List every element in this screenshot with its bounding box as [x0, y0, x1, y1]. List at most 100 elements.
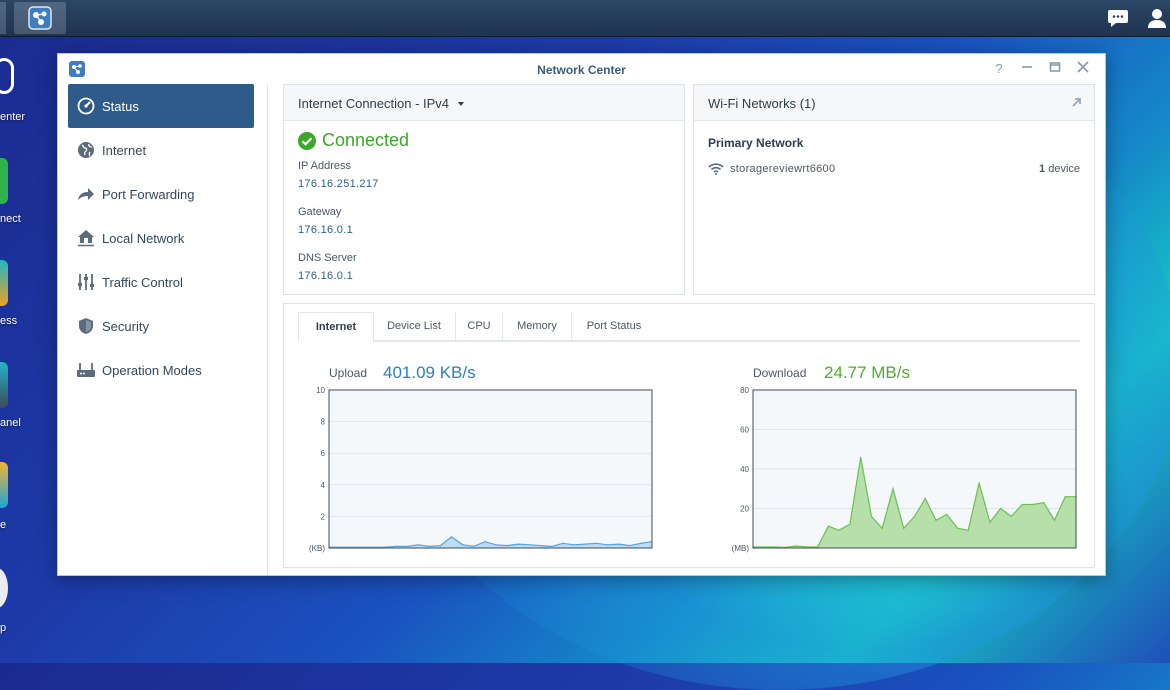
wifi-device-count: 1 device	[1039, 163, 1080, 175]
shield-icon	[76, 316, 96, 336]
upload-tick-label: 8	[321, 418, 326, 427]
upload-rate: 401.09 KB/s	[383, 363, 476, 382]
download-data-point	[795, 545, 797, 547]
upload-data-point	[551, 545, 553, 547]
desktop-shortcut-icon[interactable]	[0, 58, 14, 94]
upload-tick-label: 4	[321, 481, 326, 490]
upload-data-point	[618, 543, 620, 545]
upload-label: Upload	[329, 366, 368, 380]
sliders-icon	[76, 272, 96, 292]
desktop-shortcut-icon[interactable]	[0, 568, 8, 608]
download-data-point	[773, 546, 776, 548]
desktop-shortcut-icon[interactable]	[0, 158, 8, 204]
upload-data-point	[395, 545, 397, 547]
sidebar-item-internet[interactable]: Internet	[68, 128, 254, 172]
download-chart: 20 40 60 80 (MB)	[732, 386, 1077, 553]
desktop-shortcut-icon[interactable]	[0, 462, 8, 508]
download-tick-label: 40	[740, 465, 749, 474]
upload-data-point	[573, 544, 575, 546]
device-count-unit: device	[1048, 163, 1080, 175]
desktop-shortcut-icon[interactable]	[0, 362, 8, 408]
upload-data-point	[495, 544, 497, 546]
tab-device-list[interactable]: Device List	[373, 312, 456, 340]
user-icon[interactable]	[1145, 6, 1169, 30]
upload-data-point	[484, 541, 486, 543]
upload-data-point	[517, 543, 519, 545]
dns-server-value: 176.16.0.1	[298, 270, 353, 282]
download-data-point	[860, 456, 862, 458]
dns-server-label: DNS Server	[298, 252, 357, 264]
taskbar-network-center-button[interactable]	[14, 2, 66, 34]
tab-port-status[interactable]: Port Status	[572, 312, 656, 340]
upload-data-point	[528, 544, 531, 546]
sidebar: Status Internet Port Forwarding Local Ne…	[58, 84, 268, 575]
wifi-icon	[708, 163, 724, 175]
sidebar-item-label: Security	[102, 318, 149, 334]
sidebar-item-security[interactable]: Security	[68, 304, 254, 348]
download-data-point	[1043, 502, 1045, 504]
sidebar-item-local-network[interactable]: Local Network	[68, 216, 254, 260]
download-data-point	[763, 546, 765, 548]
upload-data-point	[473, 545, 475, 547]
internet-connection-header[interactable]: Internet Connection - IPv4	[284, 85, 684, 121]
taskbar	[0, 0, 1170, 37]
desktop-shortcut-label: anel	[0, 417, 21, 429]
download-data-point	[924, 498, 926, 500]
check-circle-icon	[298, 131, 316, 150]
chat-icon[interactable]	[1106, 6, 1130, 30]
download-data-point	[1000, 507, 1002, 510]
upload-data-point	[439, 545, 441, 547]
download-data-point	[806, 546, 808, 548]
gateway-label: Gateway	[298, 206, 342, 218]
upload-data-point	[428, 545, 430, 547]
upload-tick-label: 6	[321, 449, 326, 458]
upload-tick-label: 2	[321, 512, 326, 521]
wifi-networks-header: Wi-Fi Networks (1)	[694, 85, 1094, 121]
sidebar-item-operation-modes[interactable]: Operation Modes	[68, 348, 254, 392]
wifi-ssid: storagereviewrt6600	[730, 162, 836, 175]
gateway-value: 176.16.0.1	[298, 224, 353, 236]
window-titlebar[interactable]: Network Center ?	[58, 54, 1105, 84]
sidebar-item-label: Operation Modes	[102, 362, 202, 378]
network-center-icon	[28, 6, 52, 30]
help-icon[interactable]: ?	[990, 60, 1008, 78]
expand-arrow-icon[interactable]	[1071, 97, 1082, 108]
sidebar-item-traffic-control[interactable]: Traffic Control	[68, 260, 254, 304]
sidebar-item-status[interactable]: Status	[68, 84, 254, 128]
desktop-shortcut-label: enter	[0, 111, 26, 123]
tab-internet[interactable]: Internet	[298, 312, 374, 343]
tab-cpu[interactable]: CPU	[456, 312, 503, 340]
wifi-networks-panel: Wi-Fi Networks (1) Primary Network stora…	[693, 84, 1095, 295]
tab-memory[interactable]: Memory	[503, 312, 572, 340]
close-icon[interactable]	[1074, 60, 1092, 78]
download-data-point	[892, 488, 894, 490]
internet-connection-title[interactable]: Internet Connection - IPv4	[298, 96, 465, 111]
home-network-icon	[76, 228, 96, 248]
upload-plot-area	[328, 389, 653, 549]
upload-tick-label: 10	[316, 386, 325, 395]
upload-data-point	[506, 545, 508, 547]
internet-connection-panel: Internet Connection - IPv4 Connected IP …	[283, 84, 685, 295]
network-center-window: Network Center ? Status Internet Port Fo…	[57, 53, 1106, 576]
upload-data-point	[640, 542, 642, 544]
chevron-down-icon	[457, 102, 464, 106]
download-data-point	[1032, 503, 1034, 506]
desktop-shortcut-icon[interactable]	[0, 260, 8, 306]
download-data-point	[946, 513, 948, 515]
download-data-point	[1010, 515, 1012, 517]
download-data-point	[870, 515, 872, 517]
internet-connection-title-text: Internet Connection - IPv4	[298, 96, 450, 111]
maximize-icon[interactable]	[1046, 60, 1064, 78]
minimize-icon[interactable]	[1018, 60, 1036, 78]
download-data-point	[903, 527, 905, 529]
sidebar-item-label: Local Network	[102, 230, 185, 246]
wifi-network-row[interactable]: storagereviewrt6600	[708, 162, 835, 175]
ip-address-label: IP Address	[298, 160, 351, 172]
connection-status-text: Connected	[322, 130, 410, 150]
sidebar-item-port-forwarding[interactable]: Port Forwarding	[68, 172, 254, 216]
window-title: Network Center	[537, 63, 626, 77]
download-data-point	[957, 527, 959, 529]
download-data-point	[1064, 496, 1066, 498]
download-data-point	[838, 529, 840, 531]
taskbar-app-partial[interactable]	[0, 2, 6, 34]
